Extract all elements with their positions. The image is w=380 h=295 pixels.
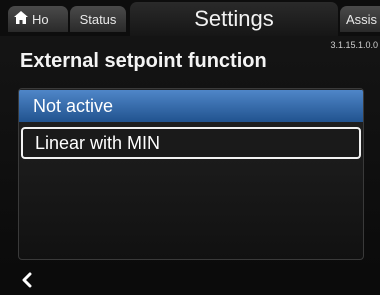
tab-settings[interactable]: Settings [130,2,338,36]
list-item-label: Not active [33,95,114,116]
bottom-bar [0,266,380,295]
tab-home-label: Ho [32,11,49,27]
page-title: External setpoint function [20,50,267,72]
device-screen: Ho Status Settings Assis 3.1.15.1.0.0 Ex… [0,0,380,295]
options-list: Not active Linear with MIN [18,88,364,260]
tab-settings-label: Settings [194,6,274,31]
tab-status-label: Status [79,11,117,27]
chevron-left-icon [22,268,32,293]
tab-assist-label: Assis [346,11,378,27]
tab-assist[interactable]: Assis [340,6,380,32]
version-label: 3.1.15.1.0.0 [330,40,378,50]
list-item-linear-with-min[interactable]: Linear with MIN [21,127,361,159]
tab-status[interactable]: Status [70,6,126,32]
tab-home[interactable]: Ho [8,6,68,32]
list-item-label: Linear with MIN [35,132,161,153]
tab-bar: Ho Status Settings Assis [0,0,380,36]
list-item-not-active[interactable]: Not active [19,90,363,122]
home-icon [14,11,28,27]
back-button[interactable] [22,270,32,292]
